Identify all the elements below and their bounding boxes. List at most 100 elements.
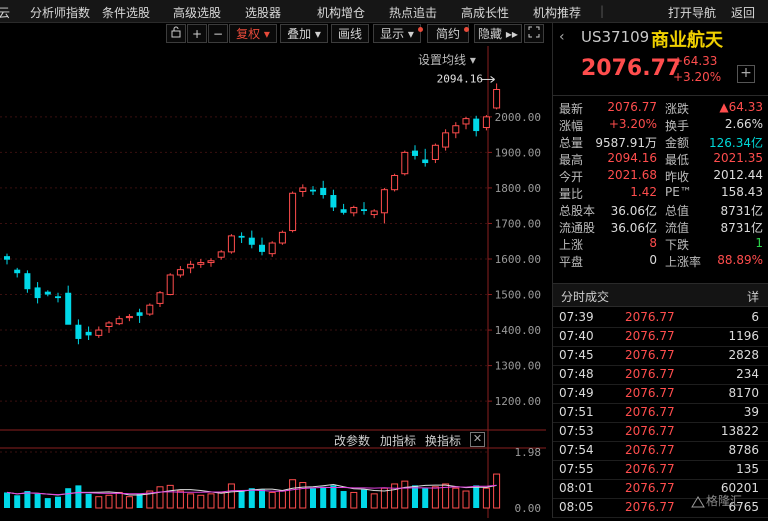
candle-body-down: [238, 235, 245, 238]
overlay-dropdown[interactable]: 叠加 ▾: [280, 24, 328, 43]
overlay-label: 叠加: [287, 27, 312, 41]
volume-bar-up: [462, 490, 470, 509]
volume-bar-down: [85, 493, 92, 508]
zoom-out-button[interactable]: −: [208, 24, 228, 43]
volume-bar-up: [299, 482, 307, 509]
stock-name: 商业航天: [651, 30, 723, 51]
y-tick-label: 1600.00: [495, 253, 541, 266]
candle-body-down: [361, 209, 367, 212]
candle-body-up: [115, 318, 123, 325]
add-watchlist-button[interactable]: +: [737, 65, 755, 83]
candle-body-up: [146, 304, 154, 315]
volume-bar-up: [105, 494, 113, 509]
menu-item-hotspot[interactable]: 热点追击: [389, 4, 437, 21]
candle-body-up: [166, 274, 174, 296]
stock-code: US37109: [581, 28, 650, 46]
trade-volume: 13822: [720, 424, 759, 438]
candle-body-down: [85, 331, 92, 336]
hide-button[interactable]: 隐藏 ▸▸: [474, 24, 522, 43]
volume-tick-label: 0.00: [515, 502, 542, 515]
trade-price: 2076.77: [625, 462, 675, 476]
close-indicator-icon[interactable]: ✕: [470, 432, 485, 447]
volume-bar-up: [278, 490, 286, 509]
menu-item-back[interactable]: 返回: [731, 4, 755, 21]
stock-price: 2076.77: [581, 56, 682, 81]
simple-mode-label: 简约: [435, 27, 460, 41]
volume-bar-up: [401, 480, 409, 509]
collapse-arrow-icon[interactable]: ‹: [559, 29, 565, 45]
trades-detail-button[interactable]: 详: [747, 288, 759, 305]
trade-price: 2076.77: [625, 348, 675, 362]
volume-bar-up: [370, 493, 378, 509]
candle-body-up: [278, 231, 286, 244]
draw-line-button[interactable]: 画线: [331, 24, 369, 43]
top-menu-bar: 云 分析师指数 条件选股 高级选股 选股器 机构增仓 热点追击 高成长性 机构推…: [0, 0, 768, 23]
lock-icon[interactable]: [166, 24, 186, 43]
y-tick-label: 1800.00: [495, 182, 541, 195]
menu-item-cloud[interactable]: 云: [0, 4, 10, 21]
menu-item-open-nav[interactable]: 打开导航: [668, 4, 716, 21]
trade-price: 2076.77: [625, 481, 675, 495]
candle-body-up: [156, 292, 164, 304]
volume-bar-up: [187, 493, 195, 509]
fuquan-label: 复权: [236, 27, 261, 41]
volume-bar-down: [4, 492, 10, 508]
volume-bar-up: [289, 479, 297, 509]
candle-body-up: [197, 262, 205, 265]
menu-item-high-growth[interactable]: 高成长性: [461, 4, 509, 21]
candle-body-down: [75, 324, 82, 339]
candle-body-up: [207, 260, 215, 264]
display-label: 显示: [380, 27, 405, 41]
menu-item-inst-recommend[interactable]: 机构推荐: [533, 4, 581, 21]
fullscreen-icon[interactable]: [524, 24, 544, 43]
menu-item-condition-pick[interactable]: 条件选股: [102, 4, 150, 21]
fuquan-dropdown[interactable]: 复权 ▾: [229, 24, 277, 43]
quote-label-jine: 金额: [665, 136, 690, 150]
quote-value-shangzhang: 8: [649, 236, 657, 250]
candle-body-down: [55, 296, 61, 299]
stock-pct: +3.20%: [673, 70, 722, 84]
trade-time: 08:01: [559, 481, 594, 495]
y-tick-label: 2000.00: [495, 111, 541, 124]
trade-row: 07:49 2076.77 8170: [553, 384, 768, 404]
notify-dot-icon: [418, 27, 423, 32]
trade-volume: 234: [736, 367, 759, 381]
edit-params-button[interactable]: 改参数: [334, 432, 370, 449]
volume-bar-down: [422, 488, 429, 508]
trade-volume: 8170: [728, 386, 759, 400]
trade-row: 07:55 2076.77 135: [553, 460, 768, 480]
display-dropdown[interactable]: 显示 ▾: [373, 24, 421, 43]
add-indicator-button[interactable]: 加指标: [380, 432, 416, 449]
candle-body-down: [320, 187, 327, 196]
quote-label-shangzhang: 上涨: [559, 238, 584, 252]
menu-item-advanced-pick[interactable]: 高级选股: [173, 4, 221, 21]
candle-body-down: [34, 287, 41, 299]
stock-change: +64.33: [673, 54, 718, 68]
trade-time: 07:45: [559, 348, 594, 362]
volume-bar-down: [55, 496, 61, 508]
quote-label-zuidi: 最低: [665, 153, 690, 167]
volume-bar-up: [391, 483, 399, 509]
volume-tick-label: 1.98: [515, 446, 542, 459]
zoom-in-button[interactable]: +: [187, 24, 207, 43]
quote-value-zongzhi: 8731亿: [720, 204, 763, 218]
menu-item-analyst-index[interactable]: 分析师指数: [30, 4, 90, 21]
kline-chart[interactable]: 2000.00 1900.00 1800.00 1700.00 1600.00 1500.…: [0, 46, 546, 518]
quote-label-pingpan: 平盘: [559, 255, 584, 269]
candle-body-down: [24, 273, 31, 290]
trade-row: 07:45 2076.77 2828: [553, 346, 768, 366]
y-tick-label: 1400.00: [495, 324, 541, 337]
menu-item-inst-increase[interactable]: 机构增仓: [317, 4, 365, 21]
max-price-label: 2094.16: [437, 72, 483, 85]
volume-bar-down: [34, 493, 41, 508]
candle-body-up: [391, 174, 399, 191]
simple-mode-button[interactable]: 简约: [427, 24, 469, 43]
volume-bar-down: [248, 488, 255, 508]
candle-body-up: [350, 206, 358, 214]
quote-label-zhangfu: 涨幅: [559, 119, 584, 133]
candle-body-up: [95, 329, 103, 336]
menu-item-screener[interactable]: 选股器: [245, 4, 281, 21]
set-ma-button[interactable]: 设置均线 ▾: [418, 51, 476, 68]
switch-indicator-button[interactable]: 换指标: [425, 432, 461, 449]
quote-label-pe: PE™: [665, 185, 692, 199]
